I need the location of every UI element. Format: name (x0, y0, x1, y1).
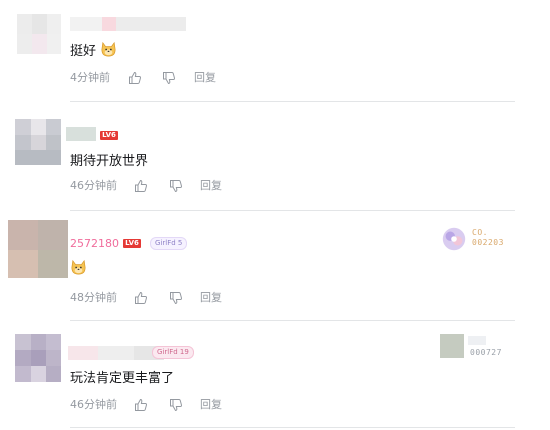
dislike-icon[interactable] (169, 291, 183, 305)
comment-time: 4分钟前 (70, 71, 110, 84)
reply-button[interactable]: 回复 (194, 71, 216, 85)
avatar[interactable] (8, 220, 68, 278)
dislike-icon[interactable] (162, 71, 176, 85)
like-icon[interactable] (134, 179, 148, 193)
comment-item: GirlFd 19 000727 玩法肯定更丰富了 46分钟前 回复 (0, 321, 550, 430)
comment-actions: 48分钟前 回复 (70, 291, 270, 305)
comment-actions: 46分钟前 回复 (70, 179, 270, 193)
reply-button[interactable]: 回复 (200, 179, 222, 193)
comment-actions: 4分钟前 回复 (70, 71, 270, 85)
decoration-label: CO. (472, 228, 488, 237)
decoration-emblem-icon (440, 334, 464, 358)
reply-button[interactable]: 回复 (200, 291, 222, 305)
fan-medal: GirlFd 5 (150, 237, 188, 250)
comment-text: 玩法肯定更丰富了 (70, 371, 175, 386)
doge-emoji-icon (101, 41, 116, 57)
decoration-emblem-icon (442, 227, 466, 251)
fan-medal: GirlFd 19 (152, 346, 194, 359)
comment-text: 期待开放世界 (70, 154, 149, 169)
divider (70, 427, 515, 428)
username[interactable]: 2572180 (70, 237, 119, 251)
like-icon[interactable] (128, 71, 142, 85)
avatar[interactable] (15, 334, 61, 382)
comment-item: LV6 期待开放世界 46分钟前 回复 (0, 105, 550, 211)
comment-text: 挺好 (70, 41, 117, 61)
username[interactable] (70, 17, 186, 31)
comment-actions: 46分钟前 回复 (70, 398, 270, 412)
comment-time: 48分钟前 (70, 291, 117, 304)
like-icon[interactable] (134, 398, 148, 412)
comment-time: 46分钟前 (70, 179, 117, 192)
username[interactable] (68, 346, 164, 360)
decoration-card: CO. 002203 (439, 225, 519, 253)
reply-button[interactable]: 回复 (200, 398, 222, 412)
level-badge: LV6 (100, 131, 118, 140)
comment-item: 2572180 LV6 GirlFd 5 CO. 002203 48分钟前 回复 (0, 211, 550, 321)
username[interactable] (66, 127, 96, 141)
dislike-icon[interactable] (169, 179, 183, 193)
decoration-number: 002203 (472, 238, 504, 247)
comment-time: 46分钟前 (70, 398, 117, 411)
avatar[interactable] (17, 14, 61, 54)
decoration-card: 000727 (440, 334, 520, 360)
level-badge: LV6 (123, 239, 141, 248)
comment-item: 挺好 4分钟前 回复 (0, 0, 550, 105)
decoration-number: 000727 (470, 348, 502, 357)
comment-text (70, 259, 87, 279)
divider (70, 101, 515, 102)
doge-emoji-icon (71, 259, 86, 275)
like-icon[interactable] (134, 291, 148, 305)
dislike-icon[interactable] (169, 398, 183, 412)
avatar[interactable] (15, 119, 61, 165)
